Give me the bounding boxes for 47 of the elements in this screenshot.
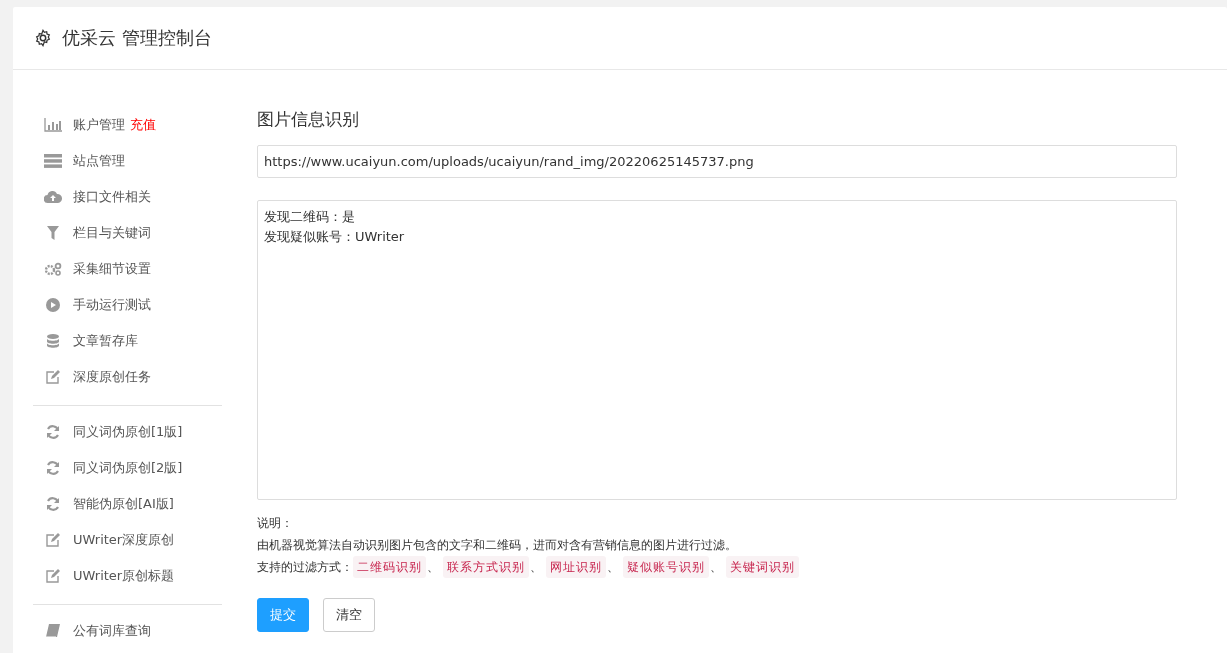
method-tag: 疑似账号识别 <box>623 556 709 578</box>
separator: 、 <box>427 559 439 576</box>
clear-button[interactable]: 清空 <box>323 598 375 632</box>
edit-icon <box>44 533 62 547</box>
sidebar-item[interactable]: 公有词库查询 <box>73 622 151 640</box>
server-icon <box>44 154 62 168</box>
result-line: 发现疑似账号：UWriter <box>264 228 406 246</box>
url-field[interactable]: https://www.ucaiyun.com/uploads/ucaiyun/rand_img/20220625145737.png <box>257 145 1177 178</box>
result-box[interactable]: 发现二维码：是 发现疑似账号：UWriter <box>257 200 1177 500</box>
sidebar-item[interactable]: 栏目与关键词 <box>73 224 151 242</box>
bar-chart-icon <box>44 118 62 132</box>
separator: 、 <box>530 559 542 576</box>
result-line: 发现二维码：是 <box>264 208 356 226</box>
filter-icon <box>44 226 62 240</box>
edit-icon <box>44 569 62 583</box>
settings-icon <box>34 29 52 47</box>
sidebar-item[interactable]: 文章暂存库 <box>73 332 138 350</box>
sidebar-item[interactable]: 接口文件相关 <box>73 188 151 206</box>
sidebar-item[interactable]: 手动运行测试 <box>73 296 151 314</box>
refresh-icon <box>44 425 62 439</box>
method-tag: 关键词识别 <box>726 556 799 578</box>
sidebar-item[interactable]: 站点管理 <box>73 152 125 170</box>
database-icon <box>44 334 62 348</box>
sidebar-item[interactable]: UWriter原创标题 <box>73 567 175 585</box>
sidebar-item[interactable]: 深度原创任务 <box>73 368 151 386</box>
sidebar-item[interactable]: 智能伪原创[AI版] <box>73 495 174 513</box>
notes-description: 由机器视觉算法自动识别图片包含的文字和二维码，进而对含有营销信息的图片进行过滤。 <box>257 537 738 554</box>
recharge-link[interactable]: 充值 <box>130 116 156 134</box>
sidebar-item[interactable]: 同义词伪原创[2版] <box>73 459 183 477</box>
section-title: 图片信息识别 <box>257 108 360 131</box>
separator: 、 <box>710 559 722 576</box>
separator: 、 <box>607 559 619 576</box>
console-title: 优采云 管理控制台 <box>62 26 212 50</box>
sidebar-item[interactable]: 同义词伪原创[1版] <box>73 423 183 441</box>
edit-icon <box>44 370 62 384</box>
method-tag: 网址识别 <box>546 556 606 578</box>
refresh-icon <box>44 461 62 475</box>
methods-label: 支持的过滤方式： <box>257 559 353 576</box>
sidebar-item[interactable]: 采集细节设置 <box>73 260 151 278</box>
method-tag: 二维码识别 <box>353 556 426 578</box>
sidebar-item[interactable]: 账户管理 <box>73 116 125 134</box>
refresh-icon <box>44 497 62 511</box>
sidebar-item[interactable]: UWriter深度原创 <box>73 531 175 549</box>
cloud-upload-icon <box>44 190 62 204</box>
notes-heading: 说明： <box>257 515 294 532</box>
method-tag: 联系方式识别 <box>443 556 529 578</box>
play-icon <box>44 298 62 312</box>
